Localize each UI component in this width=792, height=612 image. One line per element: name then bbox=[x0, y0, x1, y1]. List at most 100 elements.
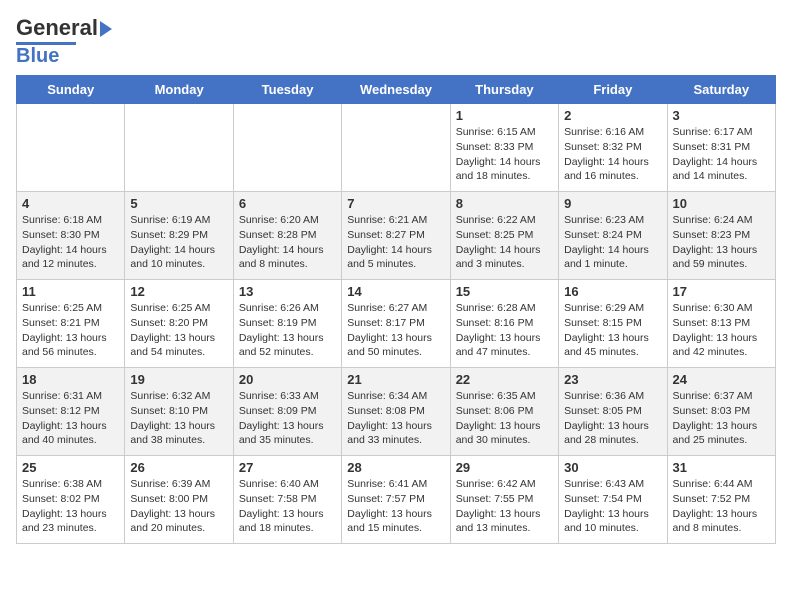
calendar-cell: 30 Sunrise: 6:43 AMSunset: 7:54 PMDayligh… bbox=[559, 456, 667, 544]
day-number: 5 bbox=[130, 196, 227, 211]
day-info: Sunrise: 6:23 AMSunset: 8:24 PMDaylight:… bbox=[564, 213, 661, 272]
day-number: 24 bbox=[673, 372, 770, 387]
day-info: Sunrise: 6:21 AMSunset: 8:27 PMDaylight:… bbox=[347, 213, 444, 272]
day-info: Sunrise: 6:42 AMSunset: 7:55 PMDaylight:… bbox=[456, 477, 553, 536]
calendar-cell: 9 Sunrise: 6:23 AMSunset: 8:24 PMDaylight… bbox=[559, 192, 667, 280]
day-number: 4 bbox=[22, 196, 119, 211]
day-info: Sunrise: 6:25 AMSunset: 8:21 PMDaylight:… bbox=[22, 301, 119, 360]
col-header-saturday: Saturday bbox=[667, 76, 775, 104]
calendar-cell: 22 Sunrise: 6:35 AMSunset: 8:06 PMDayligh… bbox=[450, 368, 558, 456]
calendar-cell: 26 Sunrise: 6:39 AMSunset: 8:00 PMDayligh… bbox=[125, 456, 233, 544]
day-info: Sunrise: 6:24 AMSunset: 8:23 PMDaylight:… bbox=[673, 213, 770, 272]
day-info: Sunrise: 6:39 AMSunset: 8:00 PMDaylight:… bbox=[130, 477, 227, 536]
calendar-cell: 18Sunrise: 6:31 AMSunset: 8:12 PMDayligh… bbox=[17, 368, 125, 456]
day-number: 2 bbox=[564, 108, 661, 123]
calendar-week-row: 1 Sunrise: 6:15 AMSunset: 8:33 PMDaylight… bbox=[17, 104, 776, 192]
day-info: Sunrise: 6:25 AMSunset: 8:20 PMDaylight:… bbox=[130, 301, 227, 360]
day-info: Sunrise: 6:20 AMSunset: 8:28 PMDaylight:… bbox=[239, 213, 336, 272]
day-info: Sunrise: 6:16 AMSunset: 8:32 PMDaylight:… bbox=[564, 125, 661, 184]
day-number: 13 bbox=[239, 284, 336, 299]
day-info: Sunrise: 6:34 AMSunset: 8:08 PMDaylight:… bbox=[347, 389, 444, 448]
logo: General Blue bbox=[16, 16, 112, 67]
day-number: 31 bbox=[673, 460, 770, 475]
col-header-wednesday: Wednesday bbox=[342, 76, 450, 104]
day-number: 25 bbox=[22, 460, 119, 475]
col-header-thursday: Thursday bbox=[450, 76, 558, 104]
logo-text: General bbox=[16, 16, 112, 40]
calendar-cell: 11 Sunrise: 6:25 AMSunset: 8:21 PMDayligh… bbox=[17, 280, 125, 368]
day-number: 3 bbox=[673, 108, 770, 123]
calendar-cell: 14 Sunrise: 6:27 AMSunset: 8:17 PMDayligh… bbox=[342, 280, 450, 368]
day-info: Sunrise: 6:30 AMSunset: 8:13 PMDaylight:… bbox=[673, 301, 770, 360]
page-header: General Blue bbox=[16, 16, 776, 67]
day-number: 28 bbox=[347, 460, 444, 475]
calendar-table: SundayMondayTuesdayWednesdayThursdayFrid… bbox=[16, 75, 776, 544]
day-number: 11 bbox=[22, 284, 119, 299]
day-number: 17 bbox=[673, 284, 770, 299]
col-header-sunday: Sunday bbox=[17, 76, 125, 104]
calendar-cell: 24 Sunrise: 6:37 AMSunset: 8:03 PMDayligh… bbox=[667, 368, 775, 456]
day-number: 9 bbox=[564, 196, 661, 211]
calendar-week-row: 4 Sunrise: 6:18 AMSunset: 8:30 PMDaylight… bbox=[17, 192, 776, 280]
day-info: Sunrise: 6:36 AMSunset: 8:05 PMDaylight:… bbox=[564, 389, 661, 448]
calendar-cell: 17 Sunrise: 6:30 AMSunset: 8:13 PMDayligh… bbox=[667, 280, 775, 368]
calendar-cell: 29 Sunrise: 6:42 AMSunset: 7:55 PMDayligh… bbox=[450, 456, 558, 544]
day-info: Sunrise: 6:44 AMSunset: 7:52 PMDaylight:… bbox=[673, 477, 770, 536]
calendar-week-row: 18Sunrise: 6:31 AMSunset: 8:12 PMDayligh… bbox=[17, 368, 776, 456]
calendar-cell: 27 Sunrise: 6:40 AMSunset: 7:58 PMDayligh… bbox=[233, 456, 341, 544]
day-info: Sunrise: 6:40 AMSunset: 7:58 PMDaylight:… bbox=[239, 477, 336, 536]
day-info: Sunrise: 6:32 AMSunset: 8:10 PMDaylight:… bbox=[130, 389, 227, 448]
calendar-header-row: SundayMondayTuesdayWednesdayThursdayFrid… bbox=[17, 76, 776, 104]
calendar-cell: 21 Sunrise: 6:34 AMSunset: 8:08 PMDayligh… bbox=[342, 368, 450, 456]
calendar-cell: 28Sunrise: 6:41 AMSunset: 7:57 PMDayligh… bbox=[342, 456, 450, 544]
day-number: 26 bbox=[130, 460, 227, 475]
calendar-cell: 10 Sunrise: 6:24 AMSunset: 8:23 PMDayligh… bbox=[667, 192, 775, 280]
day-info: Sunrise: 6:28 AMSunset: 8:16 PMDaylight:… bbox=[456, 301, 553, 360]
day-number: 1 bbox=[456, 108, 553, 123]
day-info: Sunrise: 6:27 AMSunset: 8:17 PMDaylight:… bbox=[347, 301, 444, 360]
day-info: Sunrise: 6:19 AMSunset: 8:29 PMDaylight:… bbox=[130, 213, 227, 272]
day-info: Sunrise: 6:33 AMSunset: 8:09 PMDaylight:… bbox=[239, 389, 336, 448]
col-header-friday: Friday bbox=[559, 76, 667, 104]
day-number: 15 bbox=[456, 284, 553, 299]
day-info: Sunrise: 6:15 AMSunset: 8:33 PMDaylight:… bbox=[456, 125, 553, 184]
calendar-cell: 16Sunrise: 6:29 AMSunset: 8:15 PMDayligh… bbox=[559, 280, 667, 368]
day-number: 29 bbox=[456, 460, 553, 475]
day-info: Sunrise: 6:17 AMSunset: 8:31 PMDaylight:… bbox=[673, 125, 770, 184]
day-number: 10 bbox=[673, 196, 770, 211]
calendar-week-row: 25 Sunrise: 6:38 AMSunset: 8:02 PMDayligh… bbox=[17, 456, 776, 544]
day-number: 8 bbox=[456, 196, 553, 211]
calendar-cell: 31 Sunrise: 6:44 AMSunset: 7:52 PMDayligh… bbox=[667, 456, 775, 544]
day-info: Sunrise: 6:26 AMSunset: 8:19 PMDaylight:… bbox=[239, 301, 336, 360]
day-number: 27 bbox=[239, 460, 336, 475]
day-number: 14 bbox=[347, 284, 444, 299]
day-info: Sunrise: 6:43 AMSunset: 7:54 PMDaylight:… bbox=[564, 477, 661, 536]
day-info: Sunrise: 6:37 AMSunset: 8:03 PMDaylight:… bbox=[673, 389, 770, 448]
day-number: 23 bbox=[564, 372, 661, 387]
calendar-cell: 13 Sunrise: 6:26 AMSunset: 8:19 PMDayligh… bbox=[233, 280, 341, 368]
day-info: Sunrise: 6:22 AMSunset: 8:25 PMDaylight:… bbox=[456, 213, 553, 272]
calendar-cell: 20 Sunrise: 6:33 AMSunset: 8:09 PMDayligh… bbox=[233, 368, 341, 456]
day-number: 21 bbox=[347, 372, 444, 387]
day-number: 30 bbox=[564, 460, 661, 475]
calendar-cell bbox=[125, 104, 233, 192]
day-number: 20 bbox=[239, 372, 336, 387]
calendar-cell: 12Sunrise: 6:25 AMSunset: 8:20 PMDayligh… bbox=[125, 280, 233, 368]
calendar-cell bbox=[233, 104, 341, 192]
calendar-cell: 25 Sunrise: 6:38 AMSunset: 8:02 PMDayligh… bbox=[17, 456, 125, 544]
logo-blue-text: Blue bbox=[16, 45, 59, 67]
day-info: Sunrise: 6:18 AMSunset: 8:30 PMDaylight:… bbox=[22, 213, 119, 272]
calendar-cell: 15 Sunrise: 6:28 AMSunset: 8:16 PMDayligh… bbox=[450, 280, 558, 368]
day-info: Sunrise: 6:35 AMSunset: 8:06 PMDaylight:… bbox=[456, 389, 553, 448]
day-number: 22 bbox=[456, 372, 553, 387]
calendar-week-row: 11 Sunrise: 6:25 AMSunset: 8:21 PMDayligh… bbox=[17, 280, 776, 368]
day-info: Sunrise: 6:38 AMSunset: 8:02 PMDaylight:… bbox=[22, 477, 119, 536]
calendar-cell bbox=[17, 104, 125, 192]
calendar-cell: 2 Sunrise: 6:16 AMSunset: 8:32 PMDaylight… bbox=[559, 104, 667, 192]
col-header-tuesday: Tuesday bbox=[233, 76, 341, 104]
day-number: 19 bbox=[130, 372, 227, 387]
col-header-monday: Monday bbox=[125, 76, 233, 104]
day-info: Sunrise: 6:31 AMSunset: 8:12 PMDaylight:… bbox=[22, 389, 119, 448]
calendar-cell: 1 Sunrise: 6:15 AMSunset: 8:33 PMDaylight… bbox=[450, 104, 558, 192]
calendar-cell: 19 Sunrise: 6:32 AMSunset: 8:10 PMDayligh… bbox=[125, 368, 233, 456]
